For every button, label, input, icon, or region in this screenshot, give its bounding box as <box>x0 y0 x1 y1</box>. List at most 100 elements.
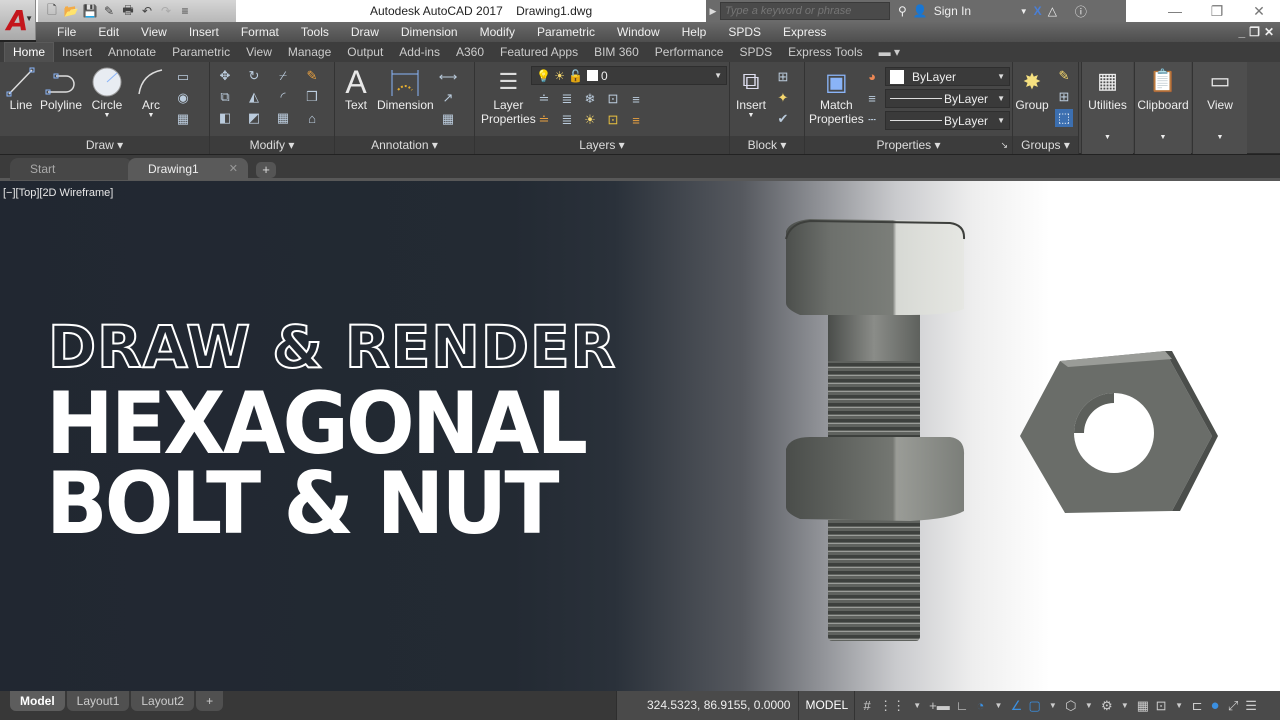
groups-panel-title[interactable]: Groups ▾ <box>1013 136 1078 154</box>
lineweight-dropdown[interactable]: ByLayer ▼ <box>885 89 1010 108</box>
ribbon-state-icon[interactable]: ▬ ▾ <box>871 43 908 62</box>
group-edit-icon[interactable]: ✎ <box>1055 67 1073 85</box>
tab-output[interactable]: Output <box>339 43 391 62</box>
menu-insert[interactable]: Insert <box>178 25 230 39</box>
tab-home[interactable]: Home <box>4 42 55 62</box>
tab-spds[interactable]: SPDS <box>731 43 780 62</box>
scale-icon[interactable]: ◩ <box>245 109 263 127</box>
customize-icon[interactable]: ≡ <box>177 3 193 19</box>
minimize-icon[interactable]: — <box>1154 0 1196 22</box>
isolate-objects-icon[interactable]: ⊏ <box>1191 698 1203 714</box>
new-tab-button[interactable]: + <box>256 162 276 178</box>
chevron-down-icon[interactable]: ▼ <box>1047 701 1059 710</box>
chevron-down-icon[interactable]: ▼ <box>104 112 111 119</box>
object-snap-icon[interactable]: ▢ <box>1028 698 1040 714</box>
model-space-button[interactable]: MODEL <box>799 691 856 720</box>
trim-icon[interactable]: ⌿ <box>274 67 292 85</box>
menu-file[interactable]: File <box>46 25 87 39</box>
isodraft-icon[interactable]: ∠ <box>1010 698 1023 714</box>
tab-add-ins[interactable]: Add-ins <box>391 43 448 62</box>
coordinates-readout[interactable]: 324.5323, 86.9155, 0.0000 <box>617 691 800 720</box>
menu-parametric[interactable]: Parametric <box>526 25 606 39</box>
edit-block-icon[interactable]: ✦ <box>774 89 792 107</box>
chevron-down-icon[interactable]: ▼ <box>1020 7 1028 16</box>
menu-format[interactable]: Format <box>230 25 290 39</box>
line-button[interactable]: Line <box>4 66 38 112</box>
snap-icon[interactable]: ⋮⋮ <box>879 698 905 714</box>
tab-drawing1[interactable]: Drawing1 ✕ <box>128 158 248 180</box>
layer-thaw-icon[interactable]: ☀ <box>581 111 599 129</box>
layers-panel-title[interactable]: Layers ▾ <box>475 136 729 154</box>
tab-featured-apps[interactable]: Featured Apps <box>492 43 586 62</box>
layer-current-icon[interactable]: ≡ <box>627 90 645 108</box>
add-layout-button[interactable]: + <box>196 691 224 711</box>
sign-in-button[interactable]: Sign In <box>934 4 1014 18</box>
annotation-panel-title[interactable]: Annotation ▾ <box>335 136 474 154</box>
binoculars-icon[interactable]: ⚲ <box>898 4 907 18</box>
layer-isolate-icon[interactable]: ≐ <box>535 90 553 108</box>
help-icon[interactable]: ⓘ <box>1075 3 1087 20</box>
rectangle-icon[interactable]: ▭ <box>174 68 192 86</box>
doc-close-icon[interactable]: ✕ <box>1264 25 1274 39</box>
save-as-icon[interactable]: ✎ <box>101 3 117 19</box>
tab-layout2[interactable]: Layout2 <box>131 691 195 711</box>
grid-icon[interactable]: # <box>861 698 873 713</box>
dimension-button[interactable]: Dimension <box>377 66 434 112</box>
layer-copy-icon[interactable]: ≣ <box>558 111 576 129</box>
exchange-icon[interactable]: X <box>1034 4 1042 18</box>
utilities-panel[interactable]: ▦ Utilities ▼ <box>1081 62 1133 154</box>
chevron-down-icon[interactable]: ▼ <box>148 112 155 119</box>
tab-annotate[interactable]: Annotate <box>100 43 164 62</box>
layer-freeze-icon[interactable]: ❄ <box>581 90 599 108</box>
erase-icon[interactable]: ✎ <box>303 67 321 85</box>
tab-express-tools[interactable]: Express Tools <box>780 43 870 62</box>
user-icon[interactable]: 👤 <box>913 4 928 18</box>
properties-panel-title[interactable]: Properties ▾ ↘ <box>805 136 1012 154</box>
modify-panel-title[interactable]: Modify ▾ <box>210 136 334 154</box>
insert-block-button[interactable]: ⧉ Insert ▼ <box>734 66 768 119</box>
ortho-icon[interactable]: ∟ <box>956 698 969 713</box>
fillet-icon[interactable]: ◜ <box>274 88 292 106</box>
chevron-down-icon[interactable]: ▼ <box>992 701 1004 710</box>
text-button[interactable]: A Text <box>339 64 373 113</box>
layer-match-icon[interactable]: ≣ <box>558 90 576 108</box>
tab-bim360[interactable]: BIM 360 <box>586 43 647 62</box>
menu-spds[interactable]: SPDS <box>717 25 772 39</box>
doc-minimize-icon[interactable]: _ <box>1238 25 1245 39</box>
quick-calc-icon[interactable]: ▦ <box>1137 698 1149 714</box>
chevron-down-icon[interactable]: ▼ <box>1083 701 1095 710</box>
menu-express[interactable]: Express <box>772 25 837 39</box>
a360-icon[interactable]: △ <box>1048 4 1057 18</box>
menu-help[interactable]: Help <box>671 25 718 39</box>
view-panel[interactable]: ▭ View ▼ <box>1192 62 1247 154</box>
menu-draw[interactable]: Draw <box>340 25 390 39</box>
hatch-icon[interactable]: ◉ <box>174 89 192 107</box>
menu-view[interactable]: View <box>130 25 178 39</box>
customization-menu-icon[interactable]: ☰ <box>1245 698 1257 714</box>
chevron-down-icon[interactable]: ▼ <box>748 112 755 119</box>
circle-button[interactable]: Circle ▼ <box>90 66 124 119</box>
layer-lock-icon[interactable]: ⊡ <box>604 90 622 108</box>
copy-icon[interactable]: ⧉ <box>216 88 234 106</box>
new-icon[interactable]: 🗋 <box>44 3 60 19</box>
array-icon[interactable]: ▦ <box>274 109 292 127</box>
clean-screen-icon[interactable]: ⤢ <box>1227 698 1239 714</box>
search-input[interactable] <box>720 2 890 20</box>
tab-a360[interactable]: A360 <box>448 43 492 62</box>
tab-parametric[interactable]: Parametric <box>164 43 238 62</box>
color-dropdown[interactable]: ByLayer ▼ <box>885 67 1010 86</box>
layer-unisolate-icon[interactable]: ≐ <box>535 111 553 129</box>
block-panel-title[interactable]: Block ▾ <box>730 136 804 154</box>
match-properties-button[interactable]: ▣ Match Properties <box>809 66 864 127</box>
leader-icon[interactable]: ↗ <box>439 89 457 107</box>
tab-performance[interactable]: Performance <box>647 43 732 62</box>
group-add-icon[interactable]: ⊞ <box>1055 88 1073 106</box>
chevron-down-icon[interactable]: ▼ <box>1173 701 1185 710</box>
arc-button[interactable]: Arc ▼ <box>134 66 168 119</box>
undo-icon[interactable]: ↶ <box>139 3 155 19</box>
move-icon[interactable]: ✥ <box>216 67 234 85</box>
group-button[interactable]: ✸ Group <box>1015 66 1049 112</box>
stretch-icon[interactable]: ◧ <box>216 109 234 127</box>
boundary-icon[interactable]: ▦ <box>174 110 192 128</box>
lock-ui-icon[interactable]: ⊡ <box>1155 698 1167 714</box>
